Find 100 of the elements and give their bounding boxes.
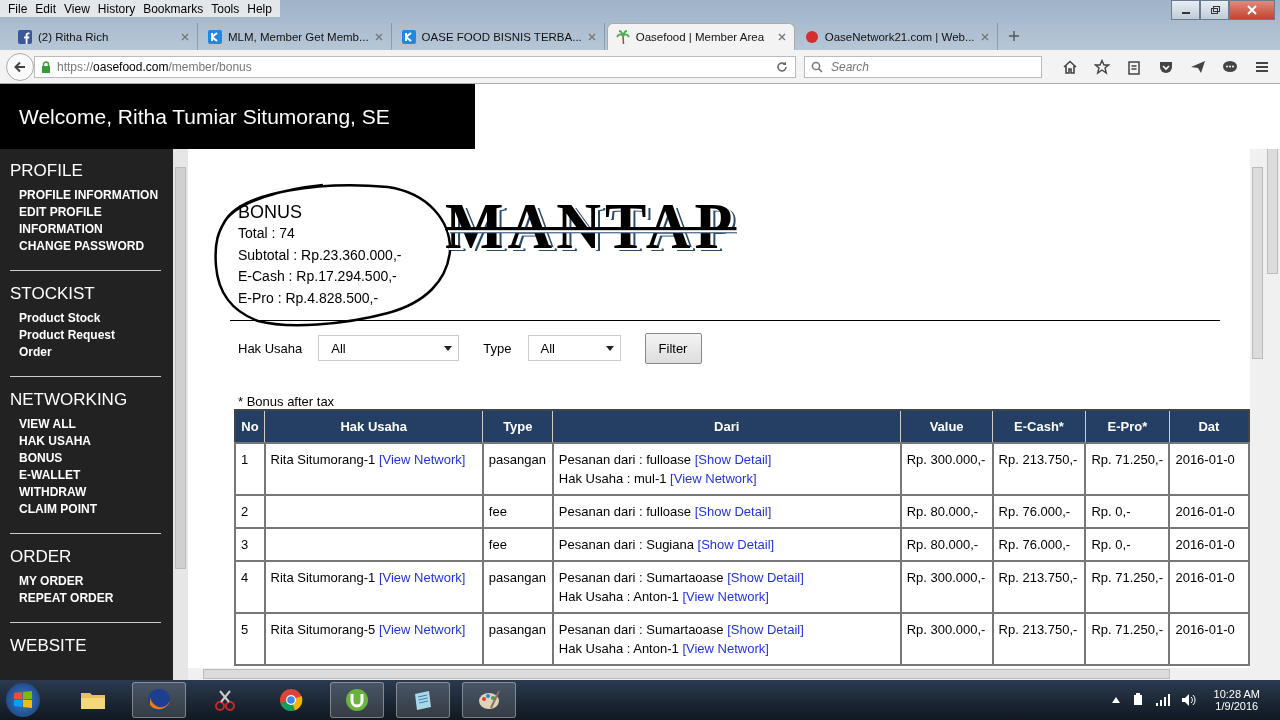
filter-dropdown[interactable]: All (318, 335, 460, 361)
table-cell: pasangan (482, 561, 553, 613)
notepad-icon[interactable] (396, 682, 450, 718)
sidebar-link[interactable]: MY ORDER (10, 573, 163, 590)
close-icon[interactable] (777, 33, 786, 41)
clipboard-icon[interactable] (1126, 58, 1142, 75)
table-cell: Rp. 300.000,- (900, 613, 993, 665)
sidebar-link[interactable]: PROFILE INFORMATION (10, 187, 163, 204)
sidebar-link[interactable]: Product Request (10, 327, 163, 344)
detail-link[interactable]: [Show Detail] (727, 622, 804, 637)
menu-item[interactable]: Bookmarks (139, 1, 208, 16)
clock-time[interactable]: 10:28 AM (1213, 688, 1260, 700)
home-icon[interactable] (1062, 58, 1078, 75)
menu-item[interactable]: History (93, 1, 140, 16)
menu-item[interactable]: Edit (31, 1, 61, 16)
caret-icon (444, 345, 453, 351)
scrollbar[interactable] (1265, 149, 1280, 680)
detail-link[interactable]: [Show Detail] (727, 570, 804, 585)
sidebar-link[interactable]: Order (10, 344, 163, 361)
column-header: E-Cash* (992, 410, 1086, 443)
signal-icon[interactable] (1155, 694, 1170, 706)
sidebar-heading: STOCKIST (10, 284, 96, 304)
table-cell: Rp. 213.750,- (992, 443, 1086, 495)
star-icon[interactable] (1094, 58, 1110, 75)
back-button[interactable] (6, 52, 34, 81)
sidebar-link[interactable]: WITHDRAW (10, 484, 163, 501)
sidebar-link[interactable]: Product Stock (10, 310, 163, 327)
sidebar-link[interactable]: CHANGE PASSWORD (10, 238, 163, 255)
scrollbar[interactable] (188, 668, 1265, 680)
detail-link[interactable]: [View Network] (682, 641, 769, 656)
column-header: No (235, 410, 265, 443)
back-arrow-icon (13, 59, 27, 74)
filter-button[interactable]: Filter (644, 332, 702, 364)
paper-plane-icon[interactable] (1190, 58, 1206, 75)
detail-link[interactable]: [View Network] (682, 589, 769, 604)
facebook-icon (18, 29, 32, 44)
chat-icon[interactable] (1222, 58, 1238, 75)
dari-text: Pesanan dari : Sugiana (558, 537, 694, 552)
browser-tab[interactable]: Oasefood | Member Area (606, 23, 795, 50)
column-header: Value (900, 410, 993, 443)
view-network-link[interactable]: [View Network] (378, 622, 466, 637)
close-button[interactable] (1229, 0, 1275, 20)
detail-link[interactable]: [View Network] (670, 471, 757, 486)
power-plug-icon[interactable] (1131, 693, 1144, 707)
torrent-icon[interactable] (330, 682, 384, 718)
banner-text: MANTAP (445, 189, 737, 264)
address-bar[interactable]: https://oasefood.com/member/bonus (34, 55, 796, 78)
minimize-button[interactable] (1171, 0, 1200, 20)
sidebar-link[interactable]: HAK USAHA (10, 433, 163, 450)
menu-item[interactable]: View (60, 1, 94, 16)
sidebar-link[interactable]: E-WALLET (10, 467, 163, 484)
site-favicon-icon (804, 29, 819, 44)
sidebar-link[interactable]: REPEAT ORDER (10, 590, 163, 607)
new-tab-icon[interactable] (1007, 30, 1020, 42)
start-button[interactable] (6, 683, 40, 717)
table-cell: 3 (235, 528, 265, 561)
table-cell: Rp. 76.000,- (992, 528, 1086, 561)
hak-usaha-text: Rita Situmorang-5 (270, 622, 376, 637)
table-cell: 2 (235, 495, 265, 528)
paint-palette-icon[interactable] (462, 682, 516, 718)
scrollbar[interactable] (173, 149, 188, 680)
table-cell: pasangan (482, 613, 553, 665)
search-field[interactable]: Search (804, 55, 1042, 78)
restore-icon (1209, 5, 1220, 15)
close-icon (1247, 5, 1257, 15)
sidebar-link[interactable]: VIEW ALL (10, 416, 163, 433)
sidebar-link[interactable]: EDIT PROFILE (10, 204, 163, 221)
clock-date[interactable]: 1/9/2016 (1215, 700, 1259, 712)
reload-icon[interactable] (775, 59, 789, 74)
view-network-link[interactable]: [View Network] (378, 570, 466, 585)
dari-text: Pesanan dari : Sumartaoase (558, 570, 724, 585)
detail-link[interactable]: [Show Detail] (694, 504, 772, 519)
bonus-line: E-Pro : Rp.4.828.500,- (238, 288, 380, 308)
dari-text: Hak Usaha : Anton-1 (558, 641, 679, 656)
detail-link[interactable]: [Show Detail] (694, 452, 772, 467)
table-cell: Rp. 71.250,- (1085, 443, 1170, 495)
sidebar-link[interactable]: BONUS (10, 450, 163, 467)
table-cell: 4 (235, 561, 265, 613)
column-header: Dari (552, 410, 901, 443)
detail-link[interactable]: [Show Detail] (697, 537, 775, 552)
filter-dropdown[interactable]: All (527, 335, 621, 361)
table-cell: 5 (235, 613, 265, 665)
table-cell: Rp. 76.000,- (992, 495, 1086, 528)
column-header: E-Pro* (1085, 410, 1170, 443)
menu-item[interactable]: Tools (207, 1, 244, 16)
palm-tree-icon (615, 30, 630, 44)
restore-button[interactable] (1200, 0, 1229, 20)
sidebar-link[interactable]: CLAIM POINT (10, 501, 163, 518)
speaker-icon[interactable] (1181, 694, 1196, 706)
browser-icon[interactable] (132, 682, 186, 718)
dari-text: Pesanan dari : fulloase (558, 504, 692, 519)
menu-item[interactable]: Help (243, 1, 276, 16)
filter-label: Type (483, 340, 512, 356)
table-cell: Rp. 213.750,- (992, 561, 1086, 613)
sidebar-link[interactable]: INFORMATION (10, 221, 163, 238)
bonus-line: E-Cash : Rp.17.294.500,- (238, 267, 398, 286)
caret-icon[interactable] (1111, 697, 1120, 703)
view-network-link[interactable]: [View Network] (378, 452, 466, 467)
menu-item[interactable]: File (4, 1, 32, 16)
table-cell: Rp. 80.000,- (900, 528, 993, 561)
